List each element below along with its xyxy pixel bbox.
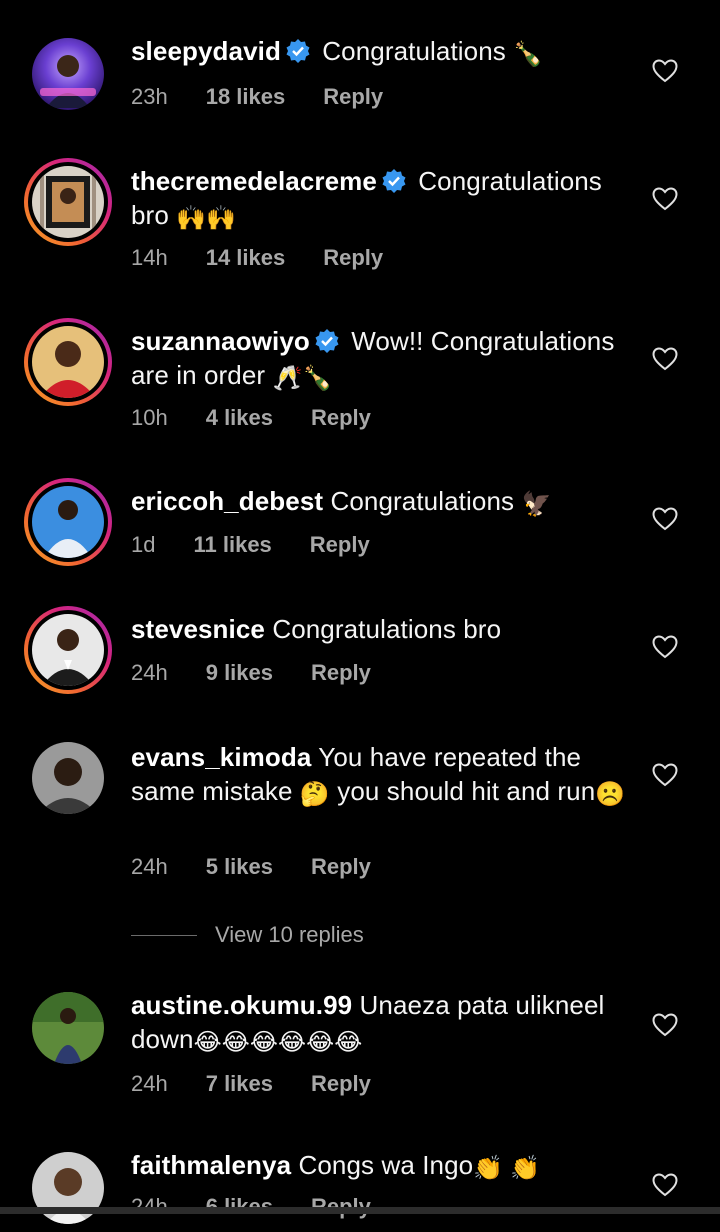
avatar[interactable] xyxy=(24,734,112,822)
avatar[interactable] xyxy=(24,1144,112,1232)
comment-meta: 14h 14 likes Reply xyxy=(131,245,383,271)
comment-username[interactable]: evans_kimoda xyxy=(131,742,311,772)
reply-button[interactable]: Reply xyxy=(311,1071,371,1097)
comment-body: Congs wa Ingo xyxy=(298,1150,474,1180)
comment-meta: 24h 9 likes Reply xyxy=(131,660,371,686)
tears-of-joy-emoji-icon: 😂😂😂😂😂😂 xyxy=(193,1029,363,1056)
comment-username[interactable]: suzannaowiyo xyxy=(131,326,310,356)
avatar-photo xyxy=(32,992,104,1064)
comment-likes[interactable]: 11 likes xyxy=(193,532,271,558)
reply-button[interactable]: Reply xyxy=(311,854,371,880)
avatar[interactable] xyxy=(24,606,112,694)
avatar[interactable] xyxy=(24,318,112,406)
avatar-photo xyxy=(40,174,96,230)
heart-icon[interactable] xyxy=(652,59,678,83)
verified-badge-icon xyxy=(315,329,339,353)
avatar[interactable] xyxy=(24,30,112,118)
comment-text: faithmalenya Congs wa Ingo👏 👏 xyxy=(131,1148,628,1186)
comment-text: suzannaowiyo Wow!! Congratulations are i… xyxy=(131,324,628,396)
comment-meta: 24h 5 likes Reply xyxy=(131,854,371,880)
comment-time: 24h xyxy=(131,1071,168,1096)
comment-text: sleepydavid Congratulations 🍾 xyxy=(131,34,628,72)
reply-button[interactable]: Reply xyxy=(323,245,383,271)
comment-likes[interactable]: 4 likes xyxy=(206,405,273,431)
view-replies-button[interactable]: View 10 replies xyxy=(131,920,364,950)
comment-username[interactable]: thecremedelacreme xyxy=(131,166,377,196)
heart-icon[interactable] xyxy=(652,635,678,659)
comment-meta: 23h 18 likes Reply xyxy=(131,84,383,110)
comment-time: 23h xyxy=(131,84,168,109)
bottle-emoji-icon: 🍾 xyxy=(513,41,544,68)
comment-text: ericcoh_debest Congratulations 🦅 xyxy=(131,484,628,522)
bottom-edge-bar xyxy=(0,1207,720,1214)
comment-text: evans_kimoda You have repeated the same … xyxy=(131,740,628,812)
reply-button[interactable]: Reply xyxy=(311,405,371,431)
comment-username[interactable]: faithmalenya xyxy=(131,1150,291,1180)
comment-meta: 1d 11 likes Reply xyxy=(131,532,370,558)
avatar[interactable] xyxy=(24,158,112,246)
reply-button[interactable]: Reply xyxy=(310,532,370,558)
comment-time: 14h xyxy=(131,245,168,270)
avatar-photo xyxy=(40,55,96,108)
comment-time: 10h xyxy=(131,405,168,430)
comment-likes[interactable]: 9 likes xyxy=(206,660,273,686)
reply-button[interactable]: Reply xyxy=(311,660,371,686)
champagne-emoji-icon: 🥂🍾 xyxy=(272,365,333,392)
heart-icon[interactable] xyxy=(652,507,678,531)
heart-icon[interactable] xyxy=(652,1173,678,1197)
comment-time: 24h xyxy=(131,660,168,685)
comment-likes[interactable]: 18 likes xyxy=(206,84,286,110)
comment-likes[interactable]: 7 likes xyxy=(206,1071,273,1097)
avatar-photo xyxy=(44,500,92,558)
comment-body: Congratulations bro xyxy=(272,614,502,644)
comment-meta: 24h 7 likes Reply xyxy=(131,1071,371,1097)
comment-body: Congratulations xyxy=(322,36,506,66)
comment-meta: 10h 4 likes Reply xyxy=(131,405,371,431)
raised-hands-emoji-icon: 🙌🙌 xyxy=(176,205,237,232)
heart-icon[interactable] xyxy=(652,1013,678,1037)
comment-text: thecremedelacreme Congratulations bro 🙌🙌 xyxy=(131,164,628,236)
avatar-photo xyxy=(40,341,96,398)
avatar-photo xyxy=(38,758,98,814)
comment-username[interactable]: sleepydavid xyxy=(131,36,281,66)
comment-username[interactable]: ericcoh_debest xyxy=(131,486,323,516)
comment-body: Congratulations xyxy=(330,486,515,516)
heart-icon[interactable] xyxy=(652,763,678,787)
verified-badge-icon xyxy=(286,39,310,63)
verified-badge-icon xyxy=(382,169,406,193)
eagle-emoji-icon: 🦅 xyxy=(521,491,552,518)
comment-text: austine.okumu.99 Unaeza pata ulikneel do… xyxy=(131,988,628,1060)
thinking-face-emoji-icon: 🤔 xyxy=(299,781,330,808)
avatar[interactable] xyxy=(24,478,112,566)
comment-time: 1d xyxy=(131,532,156,557)
heart-icon[interactable] xyxy=(652,187,678,211)
view-replies-label: View 10 replies xyxy=(215,922,364,947)
comment-likes[interactable]: 5 likes xyxy=(206,854,273,880)
avatar-photo xyxy=(42,629,94,686)
comment-username[interactable]: austine.okumu.99 xyxy=(131,990,352,1020)
comment-username[interactable]: stevesnice xyxy=(131,614,265,644)
comment-likes[interactable]: 14 likes xyxy=(206,245,286,271)
view-replies-divider xyxy=(131,934,197,936)
frowning-face-emoji-icon: ☹️ xyxy=(595,781,626,808)
clapping-hands-emoji-icon: 👏 👏 xyxy=(473,1155,540,1182)
avatar[interactable] xyxy=(24,984,112,1072)
comment-body-continued: you should hit and run xyxy=(337,776,596,806)
comment-text: stevesnice Congratulations bro xyxy=(131,612,628,646)
comment-time: 24h xyxy=(131,854,168,879)
heart-icon[interactable] xyxy=(652,347,678,371)
reply-button[interactable]: Reply xyxy=(323,84,383,110)
